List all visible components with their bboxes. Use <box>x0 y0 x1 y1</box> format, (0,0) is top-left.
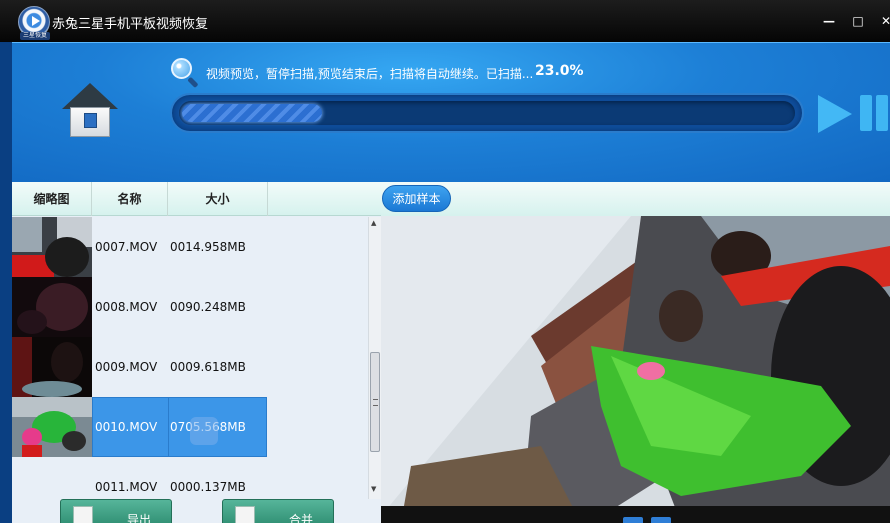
file-name: 0010.MOV <box>95 420 158 434</box>
preview-toolbar: 添加样本 <box>381 182 890 216</box>
merge-icon <box>235 506 255 523</box>
window-title: 赤兔三星手机平板视频恢复 <box>52 17 209 32</box>
preview-stop-control[interactable] <box>651 517 671 523</box>
list-item[interactable]: 0011.MOV 0000.137MB <box>12 457 368 499</box>
play-disc-icon: 三星恢复 <box>18 6 50 40</box>
video-frame-image <box>381 216 890 523</box>
scroll-thumb[interactable] <box>370 352 380 452</box>
file-list: 0007.MOV 0014.958MB 0008.MOV 0090.248MB … <box>12 217 368 499</box>
video-thumbnail <box>12 397 92 457</box>
file-size: 0090.248MB <box>170 300 246 314</box>
play-button[interactable] <box>818 95 854 133</box>
scroll-down-arrow-icon[interactable]: ▼ <box>371 485 376 493</box>
add-sample-button[interactable]: 添加样本 <box>382 185 451 212</box>
home-icon <box>62 83 118 109</box>
export-button[interactable]: 导出 <box>60 499 172 523</box>
merge-label: 合并 <box>289 513 314 523</box>
list-item[interactable]: 0007.MOV 0014.958MB <box>12 217 368 277</box>
file-name: 0011.MOV <box>95 480 158 494</box>
scan-header: 视频预览，暂停扫描,预览结束后，扫描将自动继续。已扫描... 23.0% <box>12 42 890 182</box>
scroll-up-arrow-icon[interactable]: ▲ <box>371 219 376 227</box>
play-icon <box>818 95 852 133</box>
video-thumbnail <box>12 457 92 499</box>
column-name[interactable]: 名称 <box>92 182 168 216</box>
home-button[interactable] <box>62 83 118 141</box>
column-size[interactable]: 大小 <box>168 182 268 216</box>
file-size: 0000.137MB <box>170 480 246 494</box>
column-thumbnail[interactable]: 缩略图 <box>12 182 92 216</box>
scan-progress-bar <box>170 93 804 133</box>
file-name: 0009.MOV <box>95 360 158 374</box>
list-item[interactable]: 0009.MOV 0009.618MB <box>12 337 368 397</box>
file-size: 0014.958MB <box>170 240 246 254</box>
scan-status-text: 视频预览，暂停扫描,预览结束后，扫描将自动继续。已扫描... <box>206 67 534 81</box>
file-name: 0007.MOV <box>95 240 158 254</box>
title-bar: 三星恢复 赤兔三星手机平板视频恢复 — □ ✕ <box>0 0 890 42</box>
drag-ghost-icon <box>190 417 218 445</box>
magnifier-icon <box>170 57 200 89</box>
pause-button[interactable] <box>860 95 890 131</box>
export-label: 导出 <box>127 513 152 523</box>
merge-button[interactable]: 合并 <box>222 499 334 523</box>
file-name: 0008.MOV <box>95 300 158 314</box>
video-thumbnail <box>12 337 92 397</box>
logo-text: 三星恢复 <box>20 32 50 40</box>
video-preview <box>381 216 890 523</box>
file-size: 0009.618MB <box>170 360 246 374</box>
preview-panel: 添加样本 <box>381 182 890 523</box>
video-thumbnail <box>12 277 92 337</box>
preview-pause-control[interactable] <box>623 517 643 523</box>
minimize-button[interactable]: — <box>822 14 836 28</box>
scan-progress-fill <box>182 104 322 122</box>
pause-icon <box>860 95 872 131</box>
scan-percent: 23.0% <box>535 63 584 79</box>
action-button-row: 导出 合并 <box>12 499 381 523</box>
export-icon <box>73 506 93 523</box>
list-item[interactable]: 0008.MOV 0090.248MB <box>12 277 368 337</box>
video-thumbnail <box>12 217 92 277</box>
close-button[interactable]: ✕ <box>879 14 890 28</box>
list-header: 缩略图 名称 大小 <box>12 182 381 216</box>
list-scrollbar[interactable]: ▲ ▼ <box>368 217 381 499</box>
maximize-button[interactable]: □ <box>851 14 865 28</box>
file-list-panel: 缩略图 名称 大小 0007.MOV 0014.958MB 0008.MOV 0… <box>12 182 381 523</box>
